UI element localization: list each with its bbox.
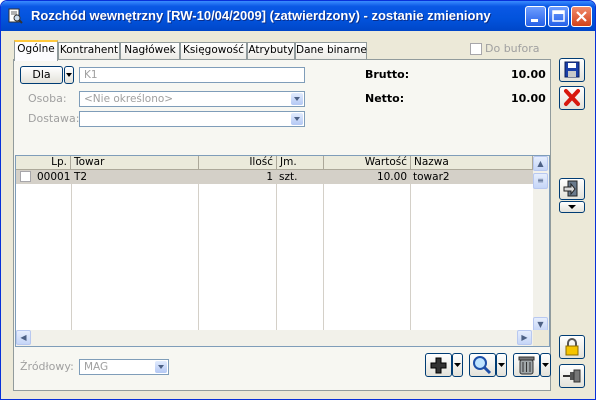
- tab-dane-binarne[interactable]: Dane binarne: [295, 42, 367, 59]
- chevron-down-icon: [568, 205, 576, 209]
- floppy-disk-icon: [564, 61, 580, 78]
- osoba-value: <Nie określono>: [84, 93, 174, 105]
- zrodlowy-value: MAG: [84, 361, 109, 373]
- column-header-jm[interactable]: Jm.: [277, 156, 324, 170]
- trash-can-icon: [518, 356, 535, 375]
- red-x-icon: [564, 89, 580, 106]
- search-button[interactable]: [469, 353, 496, 377]
- table-row[interactable]: 00001 T2 1 szt. 10.00 towar2: [16, 170, 533, 184]
- do-bufora-checkbox[interactable]: [470, 43, 482, 55]
- column-divider: [198, 170, 199, 334]
- tab-atrybuty[interactable]: Atrybuty: [247, 42, 295, 59]
- chevron-down-icon: [66, 73, 72, 77]
- cell-towar: T2: [74, 171, 88, 183]
- column-divider: [410, 170, 411, 334]
- cell-jm: szt.: [279, 171, 298, 183]
- chevron-down-icon: [542, 363, 549, 367]
- chevron-down-icon: [498, 363, 505, 367]
- delete-dropdown-button[interactable]: [540, 353, 551, 377]
- search-dropdown-button[interactable]: [496, 353, 507, 377]
- vertical-scrollbar[interactable]: ▲ ≡ ▼: [533, 156, 549, 332]
- cell-lp: 00001: [37, 171, 71, 183]
- dla-button-label: Dla: [32, 68, 51, 81]
- dla-field[interactable]: K1: [79, 67, 305, 83]
- netto-label: Netto:: [365, 92, 405, 105]
- lock-button[interactable]: [559, 335, 585, 359]
- side-action-dropdown[interactable]: [559, 201, 585, 213]
- cancel-button[interactable]: [559, 86, 585, 110]
- save-button[interactable]: [559, 58, 585, 82]
- zrodlowy-select[interactable]: MAG: [79, 359, 169, 375]
- netto-value: 10.00: [511, 92, 546, 105]
- osoba-label: Osoba:: [28, 92, 67, 105]
- scroll-left-button[interactable]: ◀: [16, 330, 31, 345]
- maximize-button[interactable]: [548, 6, 569, 27]
- padlock-icon: [565, 338, 579, 356]
- tab-ogolne[interactable]: Ogólne: [14, 40, 58, 61]
- document-window: Rozchód wewnętrzny [RW-10/04/2009] (zatw…: [0, 0, 596, 400]
- scroll-right-button[interactable]: ▶: [517, 330, 532, 345]
- title-bar[interactable]: Rozchód wewnętrzny [RW-10/04/2009] (zatw…: [1, 1, 595, 31]
- add-button[interactable]: [425, 353, 452, 377]
- do-bufora-label: Do bufora: [485, 42, 540, 55]
- cell-ilosc: 1: [266, 171, 273, 183]
- magnifier-icon: [473, 356, 492, 375]
- close-button[interactable]: [571, 6, 592, 27]
- scroll-thumb[interactable]: ≡: [533, 173, 548, 189]
- scroll-up-button[interactable]: ▲: [533, 156, 548, 171]
- tab-ksiegowosc[interactable]: Księgowość: [180, 42, 247, 59]
- chevron-down-icon[interactable]: [291, 113, 303, 125]
- column-header-lp[interactable]: Lp.: [16, 156, 71, 170]
- maximize-icon: [552, 10, 565, 22]
- chevron-down-icon: [454, 363, 461, 367]
- close-icon: [576, 11, 587, 22]
- cell-wartosc: 10.00: [376, 171, 407, 183]
- zrodlowy-label: Źródłowy:: [20, 360, 74, 373]
- plus-icon: [430, 357, 447, 374]
- chevron-down-icon[interactable]: [291, 93, 303, 105]
- column-header-towar[interactable]: Towar: [71, 156, 199, 170]
- side-action-button[interactable]: [559, 178, 585, 200]
- items-table[interactable]: Lp. Towar Ilość Jm. Wartość Nazwa 00001 …: [15, 155, 550, 347]
- column-header-wartosc[interactable]: Wartość: [324, 156, 411, 170]
- chevron-down-icon[interactable]: [155, 361, 167, 373]
- tab-naglowek[interactable]: Nagłówek: [120, 42, 180, 59]
- add-dropdown-button[interactable]: [452, 353, 463, 377]
- column-divider: [276, 170, 277, 334]
- column-header-ilosc[interactable]: Ilość: [199, 156, 277, 170]
- brutto-value: 10.00: [511, 68, 546, 81]
- osoba-select[interactable]: <Nie określono>: [79, 91, 305, 107]
- dla-dropdown-button[interactable]: [64, 66, 74, 84]
- document-magnifier-icon: [8, 8, 23, 24]
- pin-icon: [563, 369, 581, 383]
- brutto-label: Brutto:: [365, 68, 410, 81]
- cell-nazwa: towar2: [413, 171, 450, 183]
- dostawa-select[interactable]: [79, 111, 305, 127]
- window-title: Rozchód wewnętrzny [RW-10/04/2009] (zatw…: [31, 8, 491, 23]
- pin-button[interactable]: [559, 364, 585, 388]
- row-checkbox[interactable]: [20, 171, 31, 182]
- column-divider: [323, 170, 324, 334]
- dla-button[interactable]: Dla: [20, 66, 63, 84]
- column-divider: [71, 170, 72, 334]
- scroll-corner: [533, 330, 549, 346]
- minimize-button[interactable]: [525, 6, 546, 27]
- column-header-nazwa[interactable]: Nazwa: [411, 156, 533, 170]
- document-transfer-icon: [563, 180, 578, 197]
- delete-button[interactable]: [513, 353, 540, 377]
- tab-kontrahent[interactable]: Kontrahent: [58, 42, 120, 59]
- dostawa-label: Dostawa:: [28, 112, 80, 125]
- minimize-icon: [531, 19, 538, 22]
- horizontal-scrollbar[interactable]: ◀ ▶: [16, 330, 533, 346]
